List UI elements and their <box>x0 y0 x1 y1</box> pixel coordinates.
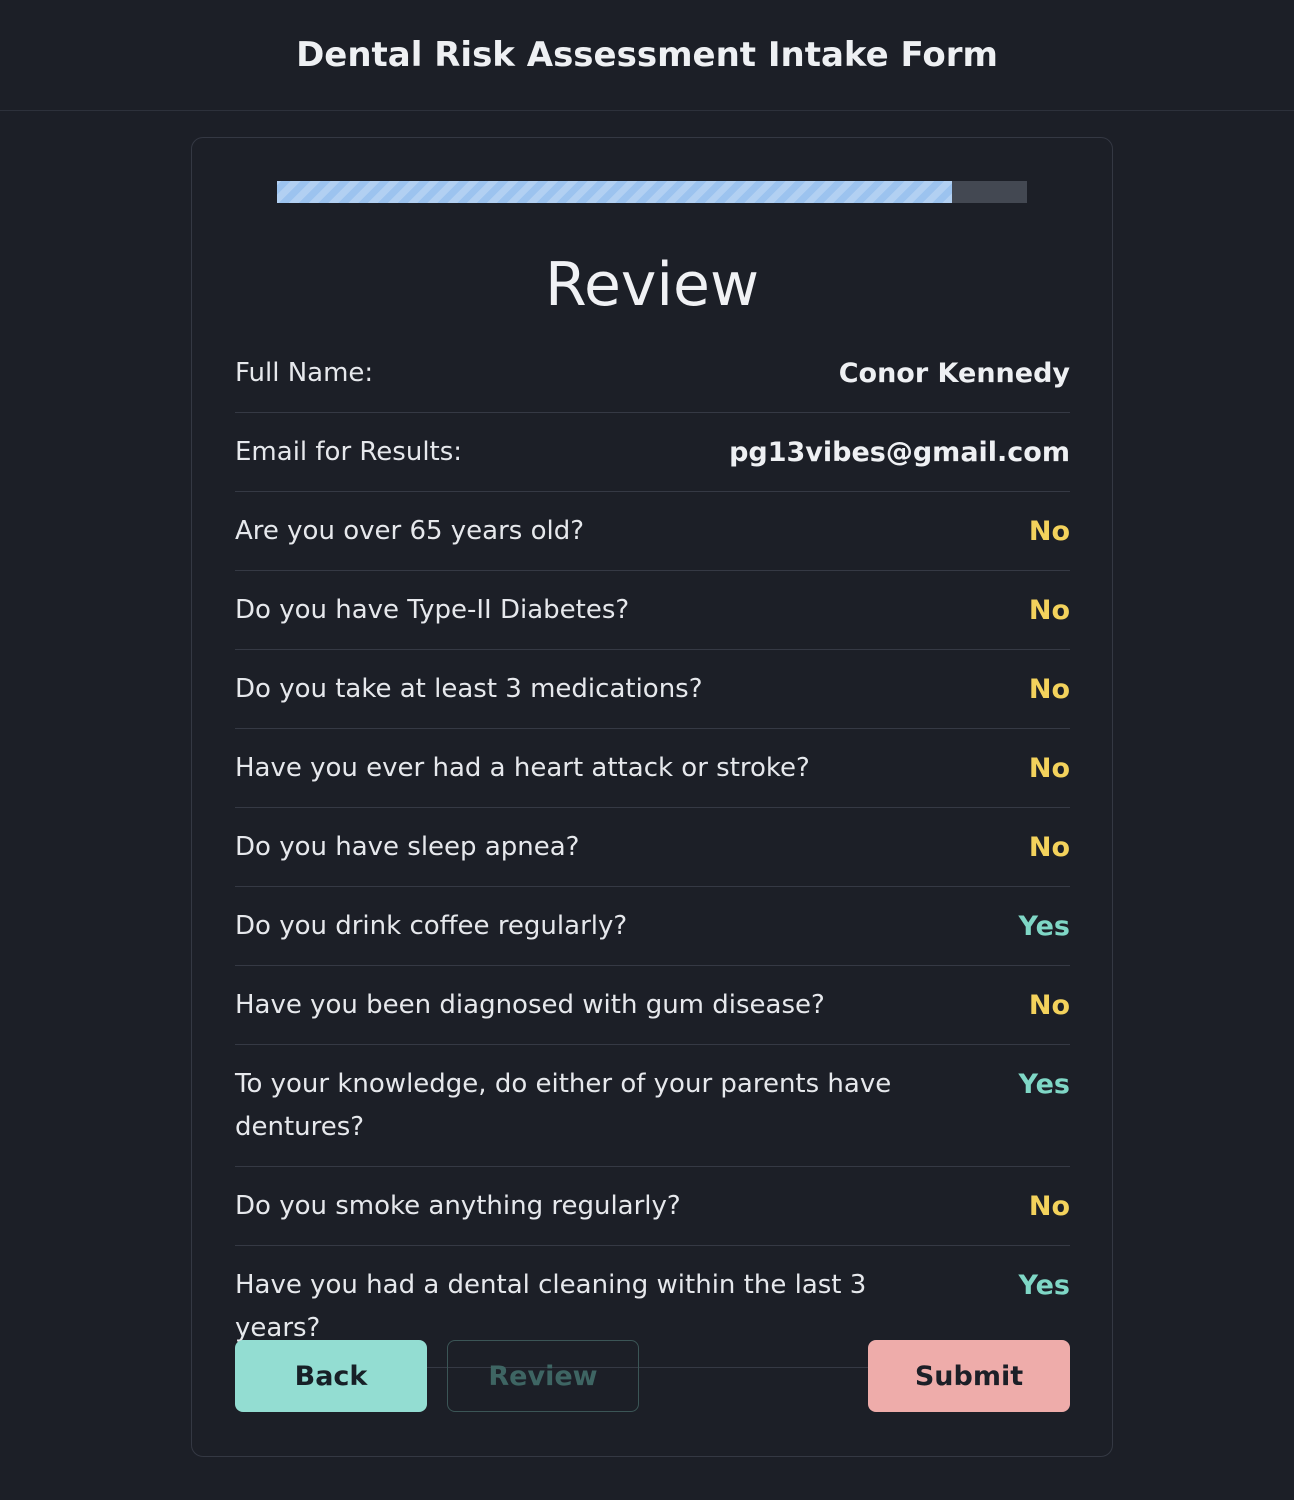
review-row-answer: Yes <box>1018 1069 1070 1100</box>
review-row-answer: No <box>1028 1191 1070 1222</box>
top-bar: Dental Risk Assessment Intake Form <box>0 0 1294 111</box>
review-row: Do you drink coffee regularly? Yes <box>235 887 1070 966</box>
review-card: Review Full Name: Conor Kennedy Email for … <box>191 137 1113 1457</box>
back-button[interactable]: Back <box>235 1340 427 1412</box>
review-row-answer: No <box>1028 990 1070 1021</box>
review-row-question: Have you ever had a heart attack or stro… <box>235 753 810 783</box>
review-row-answer: Yes <box>1018 1270 1070 1301</box>
review-heading: Review <box>544 250 760 320</box>
review-button[interactable]: Review <box>447 1340 639 1412</box>
review-row-question: Do you drink coffee regularly? <box>235 911 628 941</box>
review-row-question: Full Name: <box>235 358 374 388</box>
review-row: Do you smoke anything regularly? No <box>235 1167 1070 1246</box>
review-row-question: Do you take at least 3 medications? <box>235 674 703 704</box>
review-row-question: Do you have sleep apnea? <box>235 832 580 862</box>
review-row-answer: No <box>1028 516 1070 547</box>
review-row-answer: pg13vibes@gmail.com <box>729 437 1070 468</box>
review-row: Have you been diagnosed with gum disease… <box>235 966 1070 1045</box>
review-row-question: Have you had a dental cleaning within th… <box>235 1270 867 1343</box>
review-row: Do you have Type-II Diabetes? No <box>235 571 1070 650</box>
review-row-question: To your knowledge, do either of your par… <box>235 1069 892 1142</box>
review-row: Have you ever had a heart attack or stro… <box>235 729 1070 808</box>
progress-bar <box>277 181 1027 203</box>
review-row-answer: Yes <box>1018 911 1070 942</box>
review-row-question: Do you smoke anything regularly? <box>235 1191 681 1221</box>
review-row-answer: No <box>1028 595 1070 626</box>
review-row: To your knowledge, do either of your par… <box>235 1045 1070 1167</box>
review-row-question: Email for Results: <box>235 437 463 467</box>
page-title: Dental Risk Assessment Intake Form <box>296 35 998 75</box>
review-row: Full Name: Conor Kennedy <box>235 338 1070 413</box>
review-row-answer: No <box>1028 832 1070 863</box>
review-row: Do you take at least 3 medications? No <box>235 650 1070 729</box>
submit-button[interactable]: Submit <box>868 1340 1070 1412</box>
review-row-question: Are you over 65 years old? <box>235 516 585 546</box>
review-row-answer: No <box>1028 674 1070 705</box>
progress-bar-fill <box>277 181 952 203</box>
review-row: Email for Results: pg13vibes@gmail.com <box>235 413 1070 492</box>
review-row-question: Do you have Type-II Diabetes? <box>235 595 630 625</box>
review-list: Full Name: Conor Kennedy Email for Results… <box>235 338 1070 1368</box>
review-row: Do you have sleep apnea? No <box>235 808 1070 887</box>
review-row-answer: Conor Kennedy <box>838 358 1070 389</box>
form-actions: Back Review Submit <box>235 1340 1070 1413</box>
review-row: Are you over 65 years old? No <box>235 492 1070 571</box>
review-row-question: Have you been diagnosed with gum disease… <box>235 990 825 1020</box>
review-row-answer: No <box>1028 753 1070 784</box>
